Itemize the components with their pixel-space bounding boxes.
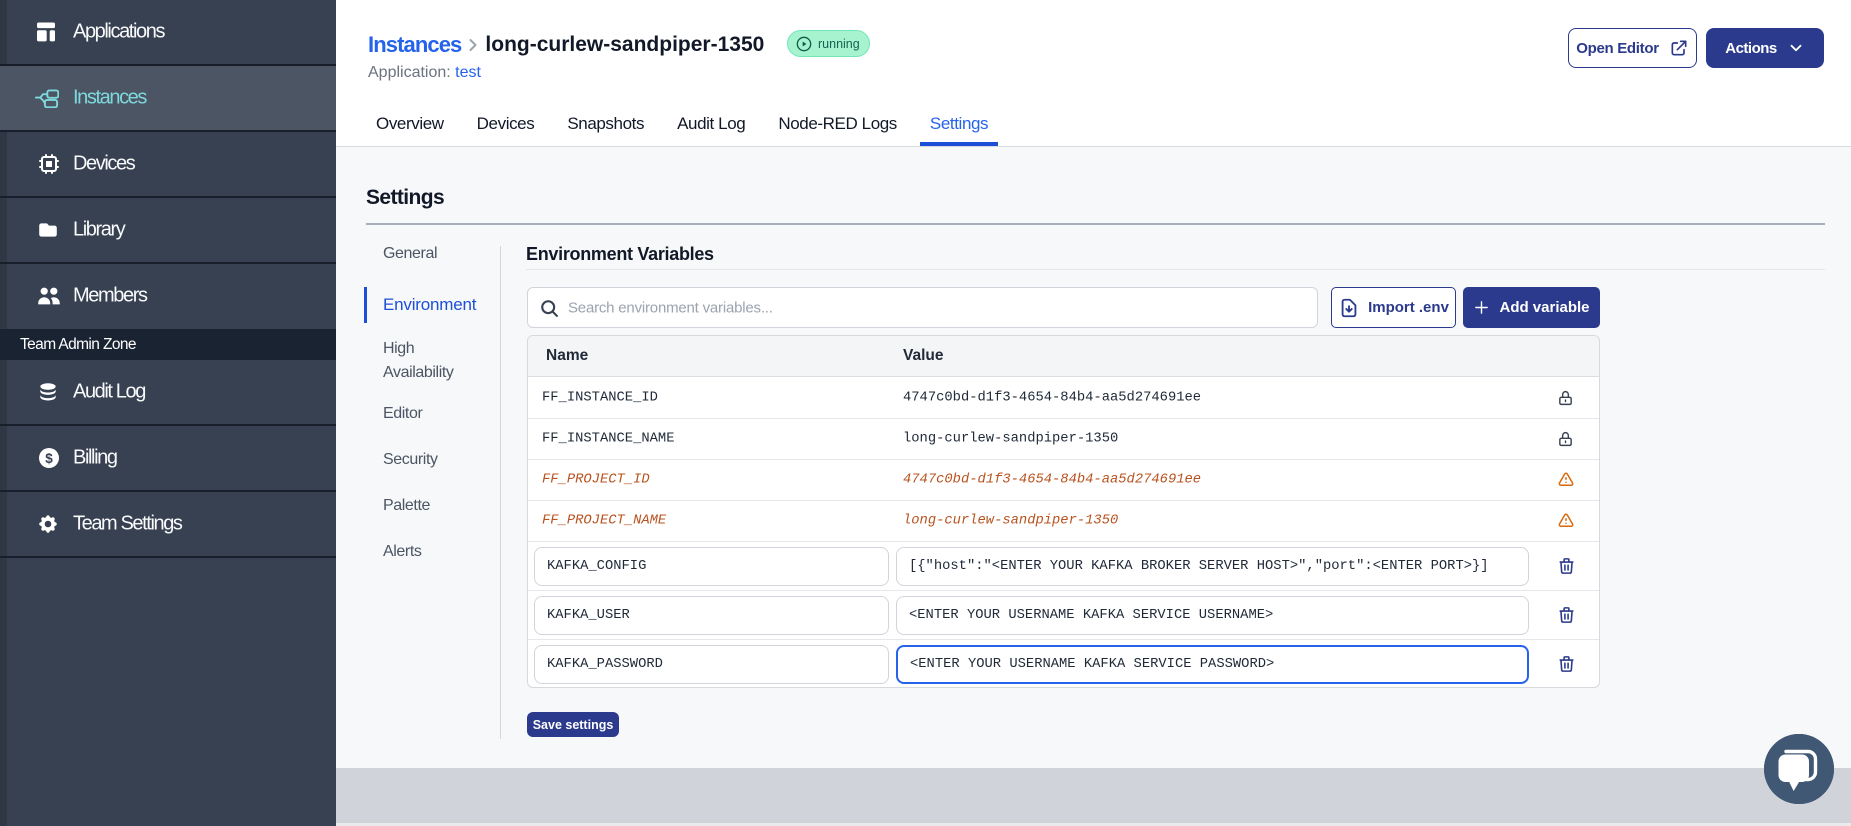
- svg-text:$: $: [45, 451, 53, 466]
